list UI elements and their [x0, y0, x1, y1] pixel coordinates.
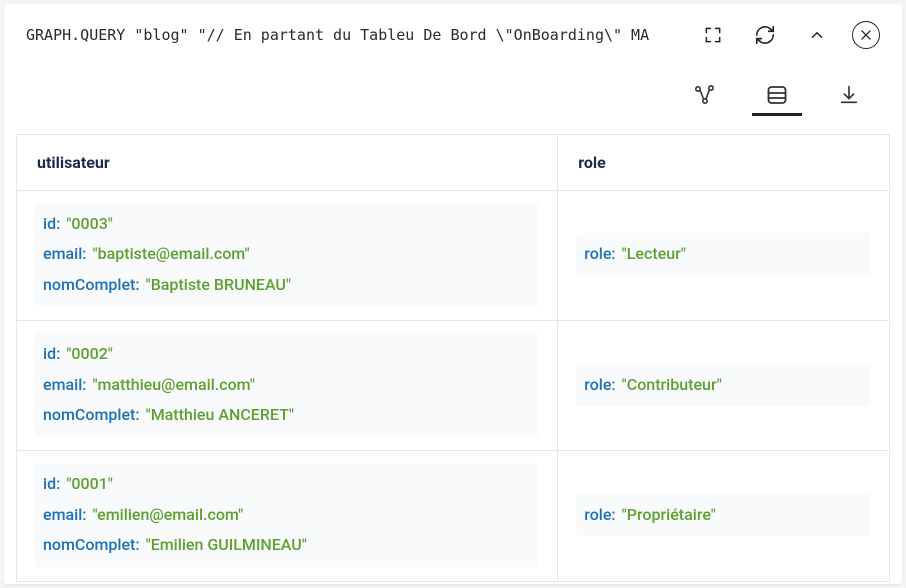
table-view-tab[interactable]: [752, 76, 802, 116]
column-header-utilisateur: utilisateur: [17, 135, 558, 191]
refresh-icon[interactable]: [748, 18, 782, 52]
column-header-role: role: [558, 135, 890, 191]
table-row: id:"0002" email:"matthieu@email.com" nom…: [17, 321, 890, 451]
results-table-wrap: utilisateur role id:"0003" email:"baptis…: [4, 134, 902, 584]
collapse-icon[interactable]: [800, 18, 834, 52]
role-cell: role:"Propriétaire": [576, 494, 871, 536]
graph-view-tab[interactable]: [680, 76, 730, 116]
fullscreen-icon[interactable]: [696, 18, 730, 52]
utilisateur-cell: id:"0001" email:"emilien@email.com" nomC…: [35, 463, 539, 566]
role-cell: role:"Contributeur": [576, 364, 871, 406]
results-table: utilisateur role id:"0003" email:"baptis…: [16, 134, 890, 582]
query-text: GRAPH.QUERY "blog" "// En partant du Tab…: [26, 26, 678, 44]
role-cell: role:"Lecteur": [576, 233, 871, 275]
table-row: id:"0001" email:"emilien@email.com" nomC…: [17, 451, 890, 581]
utilisateur-cell: id:"0003" email:"baptiste@email.com" nom…: [35, 203, 539, 306]
download-icon[interactable]: [824, 76, 874, 116]
results-panel: GRAPH.QUERY "blog" "// En partant du Tab…: [4, 4, 902, 584]
view-toolbar: [4, 66, 902, 134]
close-icon[interactable]: [852, 21, 880, 49]
table-row: id:"0003" email:"baptiste@email.com" nom…: [17, 191, 890, 321]
utilisateur-cell: id:"0002" email:"matthieu@email.com" nom…: [35, 333, 539, 436]
topbar: GRAPH.QUERY "blog" "// En partant du Tab…: [4, 4, 902, 66]
